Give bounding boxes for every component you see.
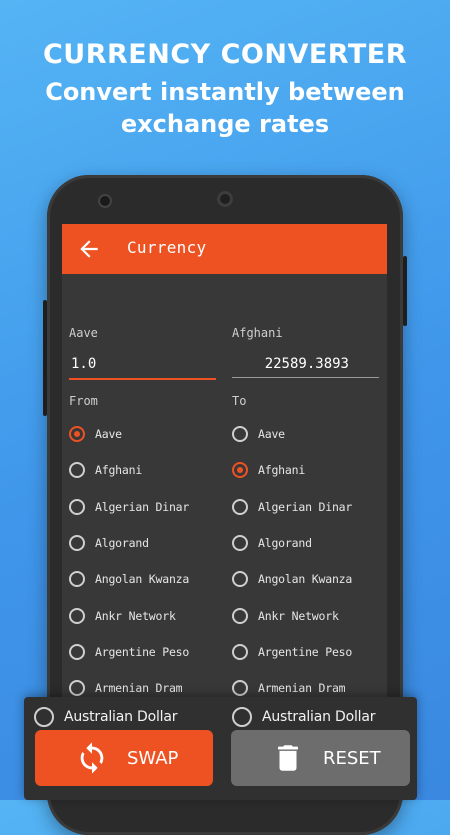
- radio-icon[interactable]: [232, 680, 248, 697]
- promo-subtitle-line2: exchange rates: [120, 110, 330, 138]
- to-option[interactable]: Algerian Dinar: [232, 489, 382, 525]
- to-option[interactable]: Angolan Kwanza: [232, 561, 382, 597]
- radio-icon[interactable]: [69, 680, 85, 697]
- phone-power-button: [403, 256, 407, 326]
- radio-icon[interactable]: [69, 462, 85, 479]
- to-option[interactable]: Afghani: [232, 452, 382, 488]
- radio-icon[interactable]: [34, 707, 54, 727]
- from-currency-label: Aave: [69, 326, 98, 340]
- radio-selected-icon[interactable]: [232, 462, 248, 479]
- radio-icon[interactable]: [232, 643, 248, 660]
- radio-icon[interactable]: [69, 607, 85, 624]
- to-list-title: To: [232, 394, 247, 408]
- action-panel: Australian Dollar Australian Dollar SWAP…: [24, 697, 417, 800]
- to-currency-label: Afghani: [232, 326, 283, 340]
- from-option[interactable]: Argentine Peso: [69, 634, 219, 670]
- to-amount-group: Afghani 22589.3893: [232, 326, 382, 378]
- radio-icon[interactable]: [232, 707, 252, 727]
- app-bar: Currency: [62, 224, 387, 274]
- radio-icon[interactable]: [69, 643, 85, 660]
- from-option[interactable]: Algerian Dinar: [69, 489, 219, 525]
- from-option[interactable]: Angolan Kwanza: [69, 561, 219, 597]
- radio-icon[interactable]: [232, 607, 248, 624]
- radio-icon[interactable]: [69, 498, 85, 515]
- reset-button-label: RESET: [323, 747, 381, 769]
- radio-icon[interactable]: [69, 535, 85, 552]
- to-option[interactable]: Algorand: [232, 525, 382, 561]
- from-amount-group: Aave 1.0: [69, 326, 219, 380]
- radio-icon[interactable]: [69, 571, 85, 588]
- to-amount-output: 22589.3893: [232, 350, 379, 378]
- promo-title: CURRENCY CONVERTER: [42, 39, 408, 70]
- from-currency-list: From Aave Afghani Algerian Dinar Algoran…: [69, 394, 219, 706]
- promo-subtitle-line1: Convert instantly between: [45, 78, 405, 106]
- reset-button[interactable]: RESET: [231, 730, 410, 786]
- from-option-australian-dollar[interactable]: Australian Dollar: [34, 707, 178, 727]
- from-amount-input[interactable]: 1.0: [69, 350, 216, 380]
- to-option[interactable]: Aave: [232, 416, 382, 452]
- speaker-grille-icon: [217, 191, 233, 207]
- radio-icon[interactable]: [232, 571, 248, 588]
- trash-icon: [278, 745, 298, 771]
- to-currency-list: To Aave Afghani Algerian Dinar Algorand …: [232, 394, 382, 706]
- to-option[interactable]: Ankr Network: [232, 597, 382, 633]
- from-option[interactable]: Afghani: [69, 452, 219, 488]
- to-option-australian-dollar[interactable]: Australian Dollar: [232, 707, 376, 727]
- radio-icon[interactable]: [232, 498, 248, 515]
- from-list-title: From: [69, 394, 98, 408]
- arrow-left-icon[interactable]: [76, 236, 102, 262]
- radio-icon[interactable]: [232, 426, 248, 443]
- from-option[interactable]: Ankr Network: [69, 597, 219, 633]
- radio-selected-icon[interactable]: [69, 426, 85, 443]
- to-option[interactable]: Argentine Peso: [232, 634, 382, 670]
- swap-button[interactable]: SWAP: [35, 730, 213, 786]
- front-camera-icon: [98, 194, 112, 208]
- phone-volume-button: [43, 300, 47, 416]
- from-option[interactable]: Aave: [69, 416, 219, 452]
- from-option[interactable]: Algorand: [69, 525, 219, 561]
- swap-button-label: SWAP: [127, 747, 179, 769]
- promo-headline: CURRENCY CONVERTER Convert instantly bet…: [0, 38, 450, 140]
- swap-arrows-icon: [80, 742, 104, 774]
- radio-icon[interactable]: [232, 535, 248, 552]
- app-bar-title: Currency: [127, 238, 207, 257]
